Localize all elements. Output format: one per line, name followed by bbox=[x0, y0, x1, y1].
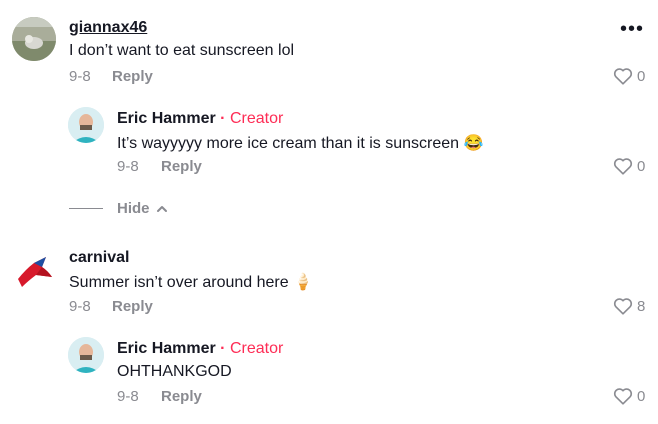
separator-dot: · bbox=[215, 110, 230, 127]
reply-username-text[interactable]: Eric Hammer bbox=[117, 340, 216, 357]
divider bbox=[69, 208, 103, 209]
avatar[interactable] bbox=[12, 17, 56, 61]
more-options-icon[interactable]: ••• bbox=[620, 18, 644, 41]
reply-button[interactable]: Reply bbox=[161, 158, 202, 175]
avatar-image bbox=[68, 337, 104, 373]
comment-text: I don’t want to eat sunscreen lol bbox=[69, 42, 295, 59]
comment-date: 9-8 bbox=[69, 298, 91, 315]
avatar-image bbox=[12, 17, 56, 61]
avatar[interactable] bbox=[68, 337, 104, 373]
chevron-up-icon bbox=[156, 205, 167, 212]
hide-label[interactable]: Hide bbox=[117, 200, 150, 217]
avatar[interactable] bbox=[12, 247, 56, 291]
reply-button[interactable]: Reply bbox=[112, 298, 153, 315]
carnival-logo-icon bbox=[18, 257, 52, 287]
comment-username[interactable]: giannax46 bbox=[69, 19, 147, 37]
reply-username[interactable]: Eric Hammer · Creator bbox=[117, 340, 283, 358]
reply-text: It’s wayyyyy more ice cream than it is s… bbox=[117, 135, 484, 152]
like-count: 0 bbox=[637, 387, 646, 405]
reply-button[interactable]: Reply bbox=[161, 388, 202, 405]
comment-text: Summer isn’t over around here 🍦 bbox=[69, 274, 314, 291]
like-button[interactable]: 0 bbox=[613, 157, 645, 175]
heart-icon bbox=[613, 68, 633, 85]
heart-icon bbox=[613, 298, 633, 315]
avatar[interactable] bbox=[68, 107, 104, 143]
reply-date: 9-8 bbox=[117, 388, 139, 405]
reply-button[interactable]: Reply bbox=[112, 68, 153, 85]
like-button[interactable]: 0 bbox=[613, 387, 645, 405]
creator-badge: Creator bbox=[229, 110, 284, 127]
creator-badge: Creator bbox=[229, 340, 284, 357]
like-button[interactable]: 0 bbox=[613, 67, 645, 85]
like-button[interactable]: 8 bbox=[613, 297, 645, 315]
separator-dot: · bbox=[215, 340, 230, 357]
like-count: 8 bbox=[637, 297, 646, 315]
reply-username[interactable]: Eric Hammer · Creator bbox=[117, 110, 283, 128]
avatar-image bbox=[68, 107, 104, 143]
reply-text: OHTHANKGOD bbox=[117, 363, 232, 380]
heart-icon bbox=[613, 388, 633, 405]
like-count: 0 bbox=[637, 157, 646, 175]
hide-replies-button[interactable]: Hide bbox=[117, 200, 168, 217]
like-count: 0 bbox=[637, 67, 646, 85]
heart-icon bbox=[613, 158, 633, 175]
comment-username[interactable]: carnival bbox=[69, 249, 129, 267]
comment-date: 9-8 bbox=[69, 68, 91, 85]
reply-date: 9-8 bbox=[117, 158, 139, 175]
reply-username-text[interactable]: Eric Hammer bbox=[117, 110, 216, 127]
